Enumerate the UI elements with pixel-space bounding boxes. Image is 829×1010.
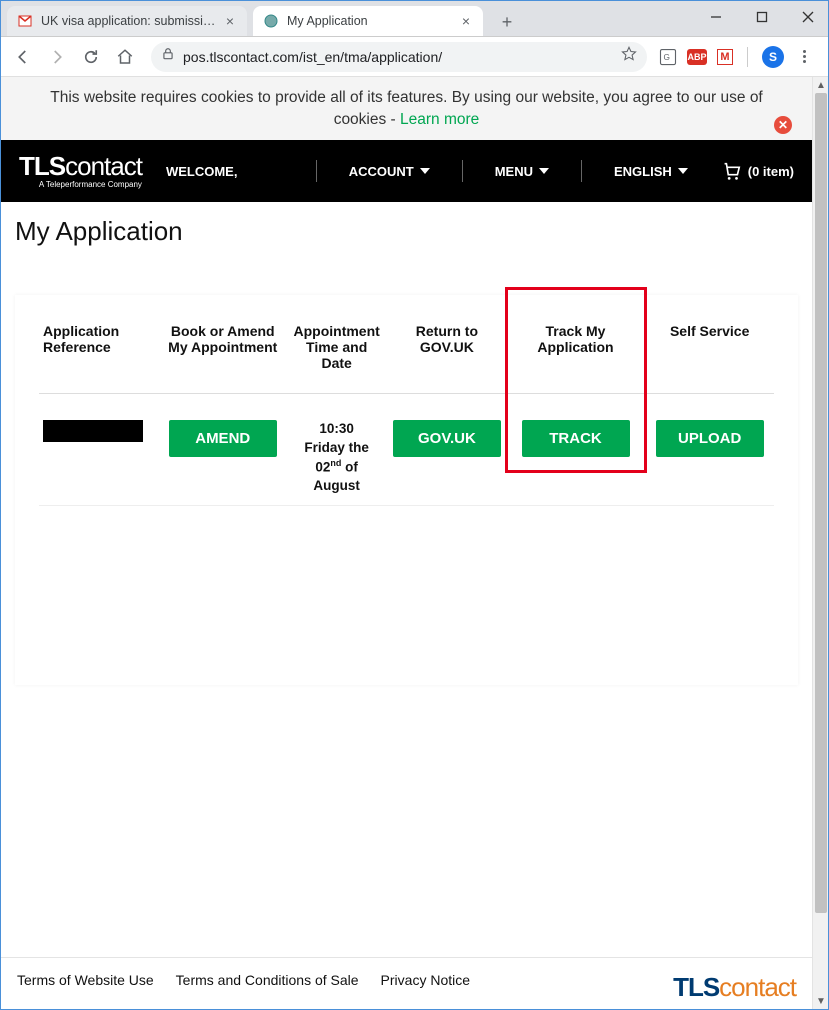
appt-day: Friday the [304, 440, 369, 455]
svg-text:G: G [664, 53, 670, 62]
adblock-icon[interactable]: ABP [687, 49, 707, 65]
table-header-row: Application Reference Book or Amend My A… [39, 323, 774, 394]
tab-close-icon[interactable]: × [223, 14, 237, 28]
browser-tab-gmail[interactable]: UK visa application: submission c × [7, 6, 247, 36]
cell-self-service: UPLOAD [645, 394, 774, 505]
url-text: pos.tlscontact.com/ist_en/tma/applicatio… [183, 49, 613, 65]
appt-date-sup: nd [330, 458, 341, 468]
footer-link-terms-website[interactable]: Terms of Website Use [17, 972, 154, 988]
new-tab-button[interactable]: + [493, 8, 521, 36]
cookie-learn-more-link[interactable]: Learn more [400, 111, 479, 128]
appt-date-pre: 02 [315, 459, 330, 474]
nav-label: MENU [495, 164, 533, 179]
application-card: Application Reference Book or Amend My A… [15, 295, 798, 685]
window-maximize-button[interactable] [748, 7, 776, 27]
appt-time: 10:30 [319, 421, 354, 436]
cart-icon [720, 160, 742, 182]
col-header-appointment: Appointment Time and Date [285, 323, 388, 394]
lock-icon [161, 47, 175, 66]
footer-logo-bold: TLS [673, 972, 719, 1002]
tab-title: My Application [287, 14, 453, 28]
separator [462, 160, 463, 182]
nav-label: ACCOUNT [349, 164, 414, 179]
upload-button[interactable]: UPLOAD [656, 420, 764, 457]
track-button[interactable]: TRACK [522, 420, 630, 457]
separator [316, 160, 317, 182]
chevron-down-icon [678, 168, 688, 174]
appointment-text: 10:30 Friday the 02nd of August [289, 420, 384, 494]
footer-logo: TLScontact [673, 972, 796, 1003]
vertical-scrollbar[interactable]: ▲ ▼ [812, 77, 828, 1009]
profile-avatar[interactable]: S [762, 46, 784, 68]
site-header: TLScontact A Teleperformance Company WEL… [1, 140, 812, 202]
separator [747, 47, 748, 67]
chevron-down-icon [539, 168, 549, 174]
cell-appointment: 10:30 Friday the 02nd of August [285, 394, 388, 505]
col-header-track: Track My Application [506, 323, 646, 394]
security-icon[interactable]: M [717, 49, 733, 65]
nav-forward-button[interactable] [43, 43, 71, 71]
footer-link-privacy[interactable]: Privacy Notice [381, 972, 470, 988]
chevron-down-icon [420, 168, 430, 174]
nav-label: ENGLISH [614, 164, 672, 179]
col-header-reference: Application Reference [39, 323, 160, 394]
logo-subtitle: A Teleperformance Company [19, 181, 142, 189]
cookie-close-button[interactable]: ✕ [774, 116, 792, 134]
browser-toolbar: pos.tlscontact.com/ist_en/tma/applicatio… [1, 37, 828, 77]
footer-link-terms-sale[interactable]: Terms and Conditions of Sale [176, 972, 359, 988]
appt-date-post: of [341, 459, 358, 474]
site-footer: Terms of Website Use Terms and Condition… [1, 957, 812, 1009]
table-row: AMEND 10:30 Friday the 02nd of August GO… [39, 394, 774, 505]
nav-menu[interactable]: MENU [483, 164, 561, 179]
col-header-return: Return to GOV.UK [388, 323, 506, 394]
col-header-self-service: Self Service [645, 323, 774, 394]
nav-cart[interactable]: (0 item) [720, 160, 794, 182]
nav-reload-button[interactable] [77, 43, 105, 71]
logo-bold: TLS [19, 151, 65, 181]
appt-month: August [313, 478, 360, 493]
scroll-thumb[interactable] [815, 93, 827, 913]
nav-back-button[interactable] [9, 43, 37, 71]
nav-account[interactable]: ACCOUNT [337, 164, 442, 179]
browser-menu-button[interactable] [794, 47, 814, 67]
star-icon[interactable] [621, 46, 637, 67]
tab-title: UK visa application: submission c [41, 14, 217, 28]
window-close-button[interactable] [794, 7, 822, 27]
logo-rest: contact [65, 151, 142, 181]
cookie-notice: This website requires cookies to provide… [1, 77, 812, 140]
window-minimize-button[interactable] [702, 7, 730, 27]
cart-count: (0 item) [748, 164, 794, 179]
scroll-up-button[interactable]: ▲ [813, 77, 828, 93]
application-table: Application Reference Book or Amend My A… [39, 323, 774, 531]
cell-reference [39, 394, 160, 505]
govuk-button[interactable]: GOV.UK [393, 420, 501, 457]
footer-logo-rest: contact [719, 972, 796, 1002]
reference-redacted [43, 420, 143, 442]
nav-home-button[interactable] [111, 43, 139, 71]
translate-icon[interactable]: G [659, 48, 677, 66]
cell-track: TRACK [506, 394, 646, 505]
welcome-text: WELCOME, [162, 164, 238, 179]
tab-close-icon[interactable]: × [459, 14, 473, 28]
nav-language[interactable]: ENGLISH [602, 164, 700, 179]
amend-button[interactable]: AMEND [169, 420, 277, 457]
gmail-icon [17, 13, 33, 29]
cell-book: AMEND [160, 394, 285, 505]
separator [581, 160, 582, 182]
scroll-down-button[interactable]: ▼ [813, 993, 828, 1009]
cell-return: GOV.UK [388, 394, 506, 505]
address-bar[interactable]: pos.tlscontact.com/ist_en/tma/applicatio… [151, 42, 647, 72]
browser-tab-active[interactable]: My Application × [253, 6, 483, 36]
col-header-book: Book or Amend My Appointment [160, 323, 285, 394]
site-logo[interactable]: TLScontact A Teleperformance Company [19, 153, 142, 189]
site-favicon [263, 13, 279, 29]
page-title: My Application [15, 216, 798, 247]
